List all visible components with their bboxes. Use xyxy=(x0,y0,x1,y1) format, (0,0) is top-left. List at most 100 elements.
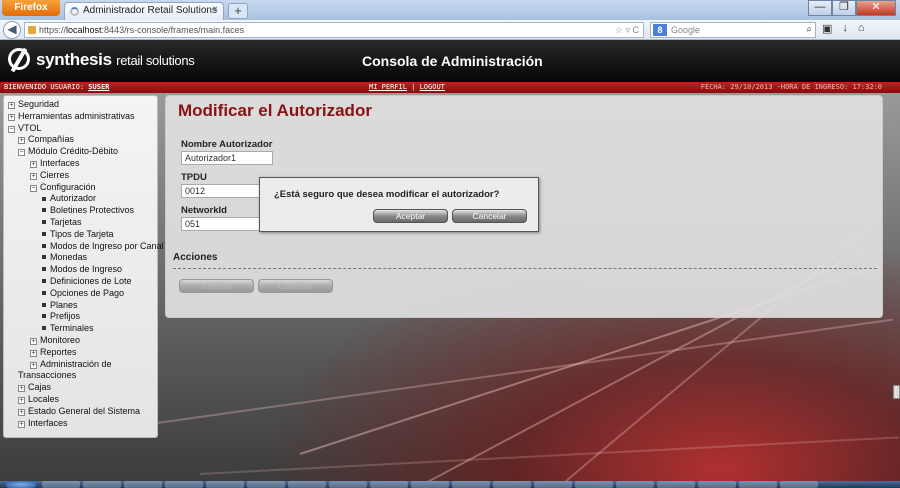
maximize-button[interactable]: ❐ xyxy=(832,0,856,16)
expand-icon[interactable]: + xyxy=(30,160,37,168)
collapse-icon[interactable]: − xyxy=(18,149,25,157)
tree-item[interactable]: − VTOL xyxy=(4,123,157,135)
expand-icon[interactable]: + xyxy=(8,102,15,109)
taskbar-item[interactable] xyxy=(534,481,572,488)
taskbar-item[interactable] xyxy=(206,481,244,488)
url-host: localhost xyxy=(66,25,102,35)
bullet-icon xyxy=(42,196,46,201)
taskbar-item[interactable] xyxy=(42,481,80,488)
tree-item[interactable]: + Interfaces xyxy=(4,418,157,430)
taskbar-item[interactable] xyxy=(739,481,777,488)
tree-item[interactable]: Autorizador xyxy=(4,193,157,205)
tree-item[interactable]: Tarjetas xyxy=(4,217,157,229)
tree-item-label: Tipos de Tarjeta xyxy=(50,228,114,239)
bookmarks-icon[interactable]: ▣ xyxy=(822,22,832,35)
expand-icon[interactable]: + xyxy=(30,337,37,345)
tree-item[interactable]: Opciones de Pago xyxy=(4,288,157,300)
new-tab-button[interactable]: + xyxy=(228,3,248,19)
tree-item-label: Monedas xyxy=(50,252,88,263)
bullet-icon xyxy=(42,220,46,225)
tree-item[interactable]: Modos de Ingreso xyxy=(4,264,157,276)
taskbar-item[interactable] xyxy=(657,481,695,488)
expand-icon[interactable]: + xyxy=(18,396,25,404)
tree-item[interactable]: + Locales xyxy=(4,394,157,406)
expand-icon[interactable]: + xyxy=(18,420,25,428)
tree-item[interactable]: − Configuración xyxy=(4,182,157,194)
expand-icon[interactable]: + xyxy=(18,408,25,416)
tree-item[interactable]: Prefijos xyxy=(4,311,157,323)
expand-icon[interactable]: + xyxy=(8,113,15,121)
url-bar[interactable]: https://localhost:8443/rs-console/frames… xyxy=(24,22,644,38)
tree-item[interactable]: − Módulo Crédito-Débito xyxy=(4,146,157,158)
taskbar-item[interactable] xyxy=(329,481,367,488)
minimize-button[interactable]: — xyxy=(808,0,832,16)
tree-item[interactable]: Definiciones de Lote xyxy=(4,276,157,288)
search-placeholder: Google xyxy=(671,25,701,35)
logout-link[interactable]: LOGOUT xyxy=(420,83,445,91)
taskbar-item[interactable] xyxy=(780,481,818,488)
profile-link[interactable]: MI PERFIL xyxy=(369,83,407,91)
confirm-accept-button[interactable]: Aceptar xyxy=(373,209,448,223)
browser-titlebar: Firefox Administrador Retail Solutions ×… xyxy=(0,0,900,20)
expand-icon[interactable]: + xyxy=(30,361,37,369)
accept-button[interactable]: Aceptar xyxy=(179,279,254,293)
collapse-icon[interactable]: − xyxy=(30,184,37,192)
tree-item-label: Planes xyxy=(50,299,78,310)
bullet-icon xyxy=(42,267,46,272)
back-button[interactable]: ◀ xyxy=(3,21,21,39)
taskbar-item[interactable] xyxy=(83,481,121,488)
tree-item: Transacciones xyxy=(4,370,157,382)
login-date: FECHA: 29/10/2013 -HORA DE INGRESO: 17:3… xyxy=(700,83,882,91)
taskbar-item[interactable] xyxy=(124,481,162,488)
tree-item[interactable]: + Seguridad xyxy=(4,99,157,111)
tree-item-label: Monitoreo xyxy=(40,334,81,345)
name-input[interactable]: Autorizador1 xyxy=(181,151,273,165)
taskbar-item[interactable] xyxy=(452,481,490,488)
taskbar-item[interactable] xyxy=(411,481,449,488)
bookmark-star-icon[interactable]: ☆ ▿ C xyxy=(615,23,639,37)
tree-item[interactable]: Boletines Protectivos xyxy=(4,205,157,217)
taskbar-item[interactable] xyxy=(288,481,326,488)
browser-tab[interactable]: Administrador Retail Solutions × xyxy=(64,2,224,20)
tree-item[interactable]: + Administración de xyxy=(4,359,157,371)
close-tab-icon[interactable]: × xyxy=(212,4,218,15)
tree-item[interactable]: Tipos de Tarjeta xyxy=(4,229,157,241)
tree-item[interactable]: + Estado General del Sistema xyxy=(4,406,157,418)
taskbar-item[interactable] xyxy=(698,481,736,488)
tree-item[interactable]: + Cajas xyxy=(4,382,157,394)
taskbar-item[interactable] xyxy=(575,481,613,488)
download-icon[interactable]: ↓ xyxy=(842,22,848,35)
close-window-button[interactable]: ✕ xyxy=(856,0,896,16)
taskbar-item[interactable] xyxy=(616,481,654,488)
tree-item[interactable]: Planes xyxy=(4,300,157,312)
confirm-message: ¿Está seguro que desea modificar el auto… xyxy=(274,189,500,200)
search-icon[interactable]: ⌕ xyxy=(806,23,812,37)
taskbar-item[interactable] xyxy=(165,481,203,488)
tree-item[interactable]: Monedas xyxy=(4,252,157,264)
tree-item[interactable]: + Compañías xyxy=(4,134,157,146)
app-header: synthesis retail solutions Consola de Ad… xyxy=(0,40,900,82)
cancel-button[interactable]: Cancelar xyxy=(258,279,333,293)
tree-item[interactable]: Terminales xyxy=(4,323,157,335)
expand-icon[interactable]: + xyxy=(30,172,37,180)
tree-item[interactable]: + Cierres xyxy=(4,170,157,182)
taskbar-item[interactable] xyxy=(370,481,408,488)
tree-item-label: Transacciones xyxy=(18,370,77,381)
start-button[interactable] xyxy=(6,481,36,488)
search-box[interactable]: 8 Google ⌕ xyxy=(650,22,816,38)
home-icon[interactable]: ⌂ xyxy=(858,22,865,35)
expand-icon[interactable]: + xyxy=(18,385,25,393)
firefox-menu-button[interactable]: Firefox xyxy=(2,0,60,16)
collapse-icon[interactable]: − xyxy=(8,125,15,133)
taskbar-item[interactable] xyxy=(493,481,531,488)
tree-item[interactable]: + Interfaces xyxy=(4,158,157,170)
tree-item[interactable]: + Monitoreo xyxy=(4,335,157,347)
confirm-cancel-button[interactable]: Cancelar xyxy=(452,209,527,223)
taskbar-item[interactable] xyxy=(247,481,285,488)
page-scrollbar[interactable] xyxy=(893,385,900,399)
tree-item[interactable]: Modos de Ingreso por Canal xyxy=(4,241,164,253)
tree-item[interactable]: + Herramientas administrativas xyxy=(4,111,157,123)
tree-item[interactable]: + Reportes xyxy=(4,347,157,359)
expand-icon[interactable]: + xyxy=(30,349,37,357)
expand-icon[interactable]: + xyxy=(18,137,25,145)
